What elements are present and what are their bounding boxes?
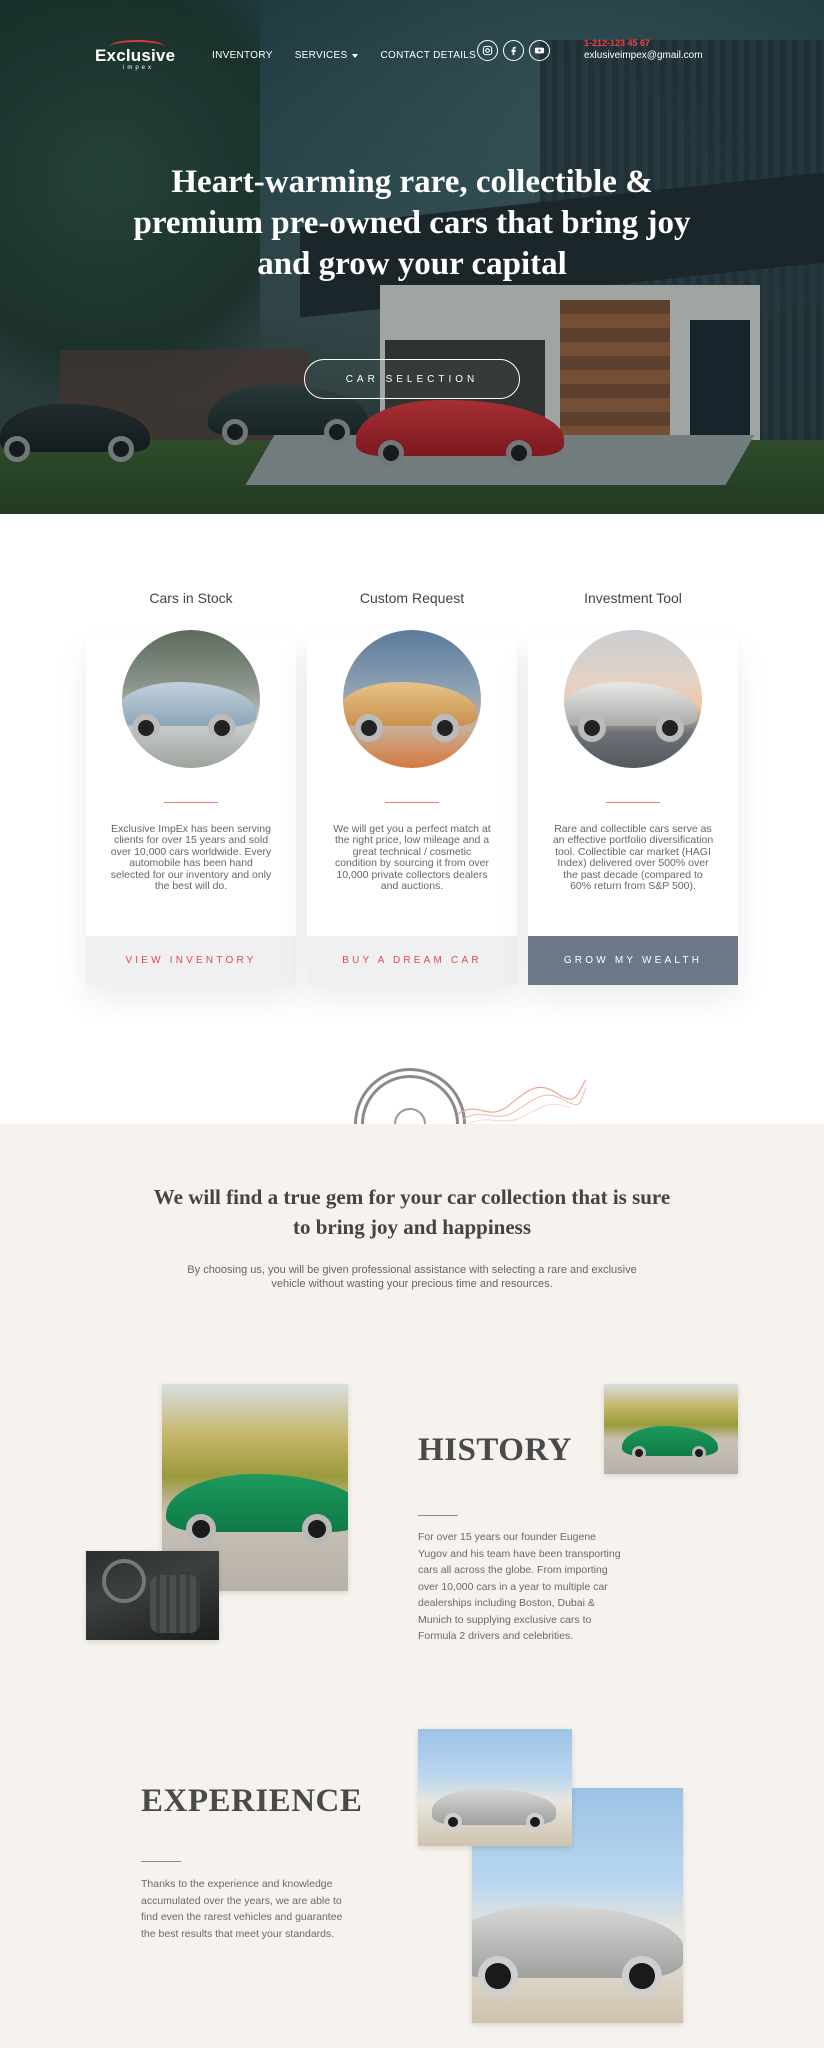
service-card-cars-in-stock: Exclusive ImpEx has been serving clients… bbox=[86, 630, 296, 985]
card-text: Exclusive ImpEx has been serving clients… bbox=[110, 823, 272, 893]
wheel-illustration bbox=[354, 1064, 470, 1124]
experience-divider bbox=[141, 1861, 181, 1862]
email-address[interactable]: exlusiveimpex@gmail.com bbox=[584, 50, 703, 61]
hero-title: Heart-warming rare, collectible & premiu… bbox=[133, 164, 691, 282]
nav-label: INVENTORY bbox=[212, 50, 273, 61]
history-divider bbox=[418, 1515, 458, 1516]
history-title: HISTORY bbox=[418, 1432, 572, 1468]
experience-photo-mercedes-small bbox=[418, 1729, 572, 1846]
logo-text: Exclusive bbox=[95, 46, 176, 65]
nav-item-contact-details[interactable]: CONTACT DETAILS bbox=[380, 50, 476, 61]
nav-item-services[interactable]: SERVICES bbox=[295, 50, 359, 61]
logo-subtext: impex bbox=[123, 65, 155, 71]
smoke-illustration bbox=[458, 1079, 587, 1124]
card-text: Rare and collectible cars serve as an ef… bbox=[552, 823, 714, 893]
card-photo-bmw-csl bbox=[564, 630, 702, 768]
logo[interactable]: Exclusive impex bbox=[95, 40, 176, 71]
youtube-icon[interactable] bbox=[529, 40, 550, 61]
hero-section: Exclusive impex INVENTORY SERVICES CONTA… bbox=[0, 0, 824, 514]
contact-info: 1-212-123 45 67 exlusiveimpex@gmail.com bbox=[584, 38, 703, 61]
view-inventory-button[interactable]: VIEW INVENTORY bbox=[86, 936, 296, 985]
grow-my-wealth-button[interactable]: GROW MY WEALTH bbox=[528, 936, 738, 985]
history-text: For over 15 years our founder Eugene Yug… bbox=[418, 1531, 621, 1642]
experience-text: Thanks to the experience and knowledge a… bbox=[141, 1878, 343, 1940]
service-card-custom-request: We will get you a perfect match at the r… bbox=[307, 630, 517, 985]
card-text: We will get you a perfect match at the r… bbox=[333, 823, 491, 893]
card-photo-bmw-507 bbox=[122, 630, 260, 768]
nav-label: SERVICES bbox=[294, 50, 348, 61]
car-selection-button[interactable]: CAR SELECTION bbox=[304, 359, 520, 399]
facebook-icon[interactable] bbox=[503, 40, 524, 61]
buy-a-dream-car-button[interactable]: BUY A DREAM CAR bbox=[307, 936, 517, 985]
card-divider bbox=[385, 802, 439, 803]
gem-title: We will find a true gem for your car col… bbox=[153, 1185, 671, 1239]
nav-item-inventory[interactable]: INVENTORY bbox=[212, 50, 273, 61]
card-divider bbox=[164, 802, 218, 803]
nav-label: CONTACT DETAILS bbox=[380, 50, 477, 61]
main-nav: INVENTORY SERVICES CONTACT DETAILS bbox=[212, 50, 476, 61]
history-photo-green-porsche-small bbox=[604, 1384, 738, 1474]
history-photo-interior bbox=[86, 1551, 219, 1640]
service-card-investment-tool: Rare and collectible cars serve as an ef… bbox=[528, 630, 738, 985]
phone-number[interactable]: 1-212-123 45 67 bbox=[584, 38, 703, 48]
service-heading-cars-in-stock: Cars in Stock bbox=[149, 590, 233, 606]
card-divider bbox=[606, 802, 660, 803]
social-links bbox=[477, 40, 550, 61]
experience-title: EXPERIENCE bbox=[141, 1783, 363, 1819]
service-heading-investment-tool: Investment Tool bbox=[584, 590, 682, 606]
gem-subtitle: By choosing us, you will be given profes… bbox=[187, 1264, 637, 1290]
chevron-down-icon bbox=[352, 53, 359, 58]
instagram-icon[interactable] bbox=[477, 40, 498, 61]
service-heading-custom-request: Custom Request bbox=[359, 590, 465, 606]
card-photo-porsche-356 bbox=[343, 630, 481, 768]
